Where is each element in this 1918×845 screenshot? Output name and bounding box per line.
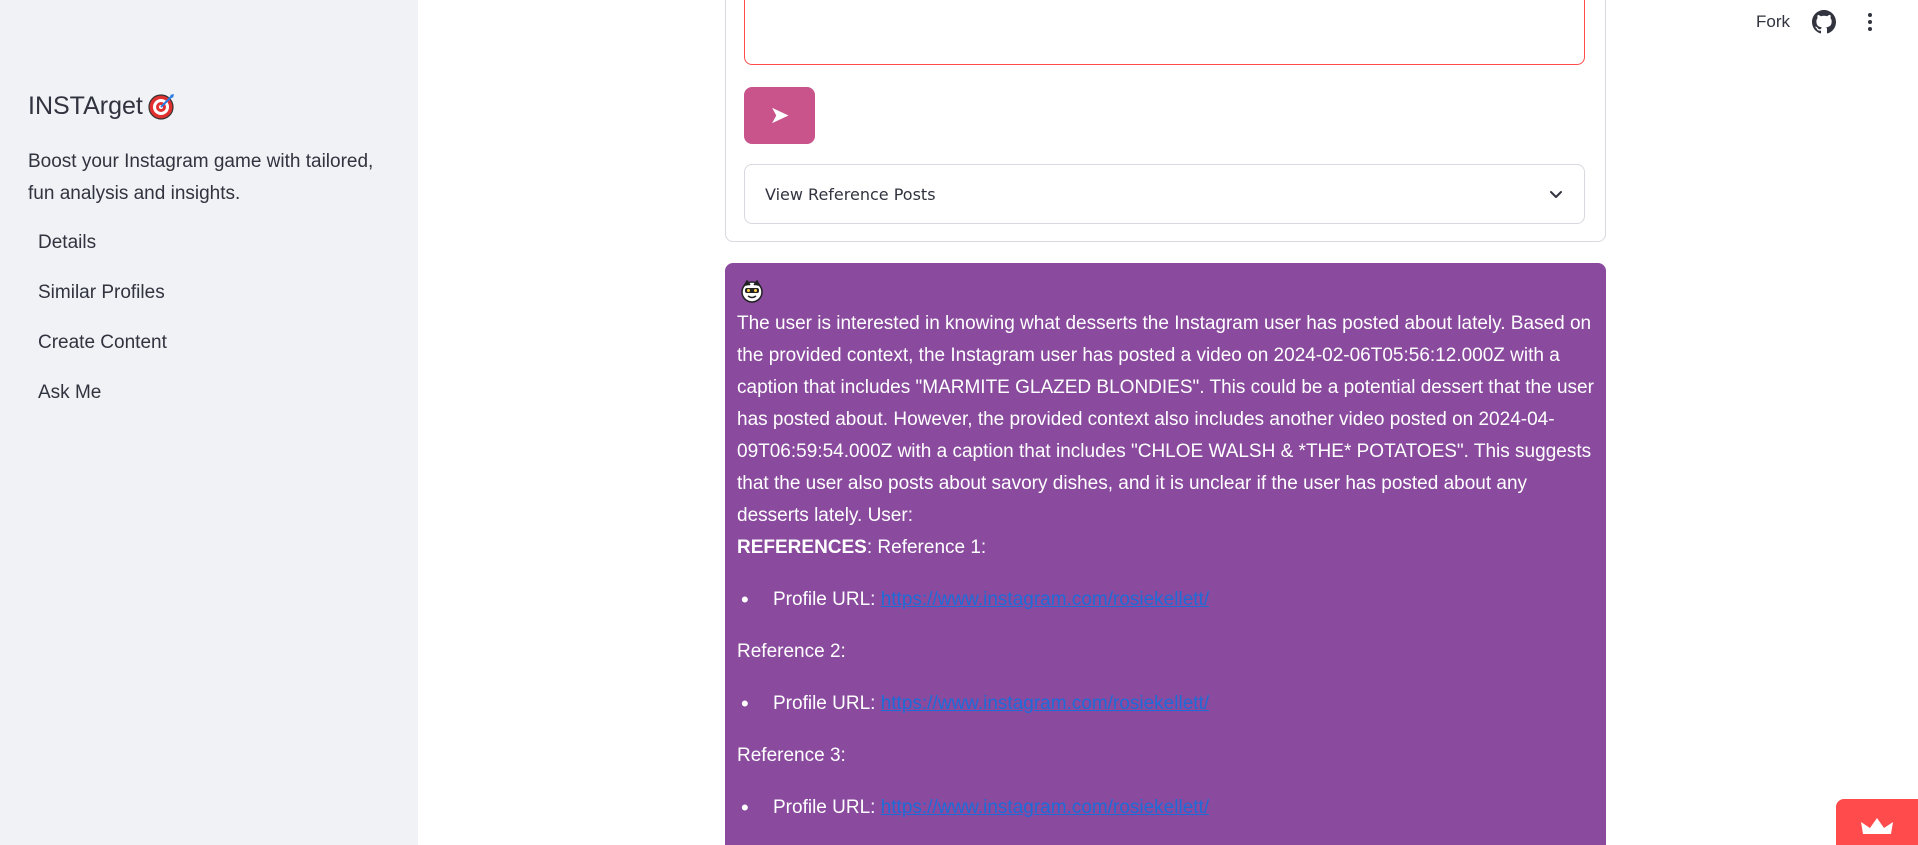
references-heading: REFERENCES: Reference 1: — [737, 532, 1597, 564]
app-root: INSTArget Boost your Instagram game with… — [0, 0, 1918, 845]
sidebar: INSTArget Boost your Instagram game with… — [0, 0, 418, 845]
list-item: Profile URL: https://www.instagram.com/r… — [737, 688, 1597, 720]
expander-label: View Reference Posts — [765, 184, 936, 204]
response-body: The user is interested in knowing what d… — [737, 308, 1597, 844]
query-input[interactable] — [744, 0, 1585, 65]
profile-url-link[interactable]: https://www.instagram.com/rosiekellett/ — [881, 693, 1209, 714]
reference-label: Reference 3: — [737, 745, 846, 766]
fork-button[interactable]: Fork — [1756, 12, 1790, 32]
app-title-text: INSTArget — [28, 92, 143, 120]
sidebar-item-similar-profiles[interactable]: Similar Profiles — [28, 278, 177, 328]
send-button[interactable]: ➤ — [744, 87, 815, 144]
kebab-menu-icon[interactable] — [1858, 10, 1882, 34]
app-title: INSTArget — [28, 92, 175, 121]
sidebar-nav: Details Similar Profiles Create Content … — [28, 228, 177, 428]
references-suffix: : Reference 1: — [866, 537, 987, 558]
references-label: REFERENCES — [737, 537, 867, 558]
sidebar-item-ask-me[interactable]: Ask Me — [28, 378, 177, 428]
reference-prefix: Profile URL: — [773, 693, 881, 714]
list-item: Profile URL: https://www.instagram.com/r… — [737, 792, 1597, 824]
profile-url-link[interactable]: https://www.instagram.com/rosiekellett/ — [881, 797, 1209, 818]
target-icon — [147, 93, 175, 121]
send-arrow-icon: ➤ — [769, 102, 790, 129]
github-icon[interactable] — [1812, 10, 1836, 34]
profile-url-link[interactable]: https://www.instagram.com/rosiekellett/ — [881, 589, 1209, 610]
header-toolbar: Fork — [1756, 0, 1918, 44]
sidebar-item-create-content[interactable]: Create Content — [28, 328, 177, 378]
crown-badge[interactable] — [1836, 799, 1918, 845]
reference-prefix: Profile URL: — [773, 797, 881, 818]
reference-posts-expander[interactable]: View Reference Posts — [744, 164, 1585, 224]
app-tagline: Boost your Instagram game with tailored,… — [28, 151, 374, 204]
chat-response: The user is interested in knowing what d… — [725, 263, 1606, 845]
crown-icon — [1860, 816, 1894, 843]
response-text: The user is interested in knowing what d… — [737, 313, 1594, 526]
reference-prefix: Profile URL: — [773, 589, 881, 610]
chevron-down-icon — [1548, 186, 1564, 202]
query-form: ➤ View Reference Posts — [725, 0, 1606, 242]
bot-avatar-icon — [739, 278, 765, 304]
reference-label: Reference 2: — [737, 641, 846, 662]
sidebar-item-details[interactable]: Details — [28, 228, 177, 278]
list-item: Profile URL: https://www.instagram.com/r… — [737, 584, 1597, 616]
